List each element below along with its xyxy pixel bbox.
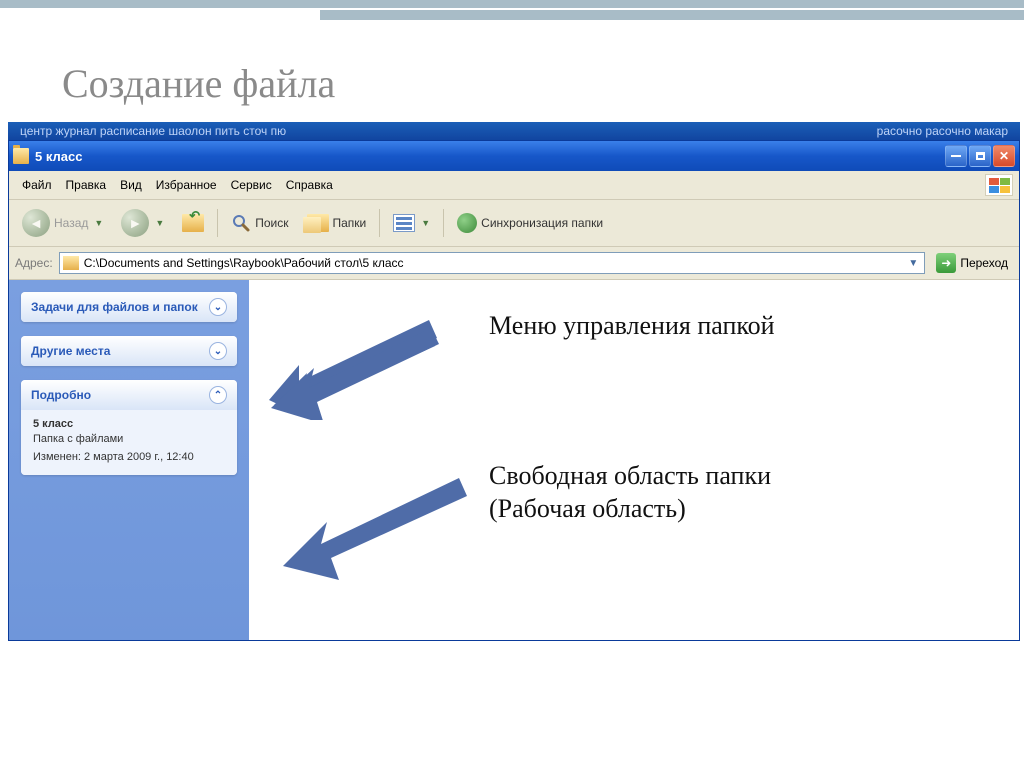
back-arrow-icon: ◄ (22, 209, 50, 237)
details-header[interactable]: Подробно ⌃ (21, 380, 237, 410)
tasks-title: Задачи для файлов и папок (31, 300, 198, 314)
tasks-card: Задачи для файлов и папок ⌄ (21, 292, 237, 322)
details-name: 5 класс (33, 418, 225, 430)
chevron-down-icon: ▼ (155, 218, 164, 228)
folder-content-area[interactable]: Меню управления папкой Свободная область… (249, 280, 1019, 640)
search-icon (231, 213, 251, 233)
folder-icon (13, 148, 29, 164)
annotation-free-area: Свободная область папки (Рабочая область… (489, 460, 869, 525)
toolbar-separator (443, 209, 444, 237)
slide-top-bar-2 (320, 10, 1024, 20)
arrow-to-side-panel-icon (269, 320, 439, 420)
details-type: Папка с файлами (33, 433, 225, 445)
menu-favorites[interactable]: Избранное (149, 176, 224, 194)
slide-title: Создание файла (0, 20, 1024, 122)
details-title: Подробно (31, 388, 91, 402)
folders-icon (307, 214, 329, 232)
maximize-button[interactable] (969, 145, 991, 167)
menu-edit[interactable]: Правка (59, 176, 114, 194)
explorer-window: 5 класс ✕ Файл Правка Вид Избранное Серв… (8, 140, 1020, 641)
search-label: Поиск (255, 216, 288, 230)
places-title: Другие места (31, 344, 110, 358)
explorer-content: Задачи для файлов и папок ⌄ Другие места… (9, 280, 1019, 640)
folders-button[interactable]: Папки (300, 210, 374, 236)
address-input[interactable]: C:\Documents and Settings\Raybook\Рабочи… (59, 252, 926, 274)
collapse-icon[interactable]: ⌄ (209, 298, 227, 316)
views-icon (393, 214, 415, 232)
folder-icon (63, 256, 79, 270)
go-button[interactable]: ➜ Переход (931, 251, 1013, 275)
expand-icon[interactable]: ⌃ (209, 386, 227, 404)
forward-arrow-icon: ► (121, 209, 149, 237)
search-button[interactable]: Поиск (224, 209, 295, 237)
sync-button[interactable]: Синхронизация папки (450, 209, 610, 237)
folders-label: Папки (333, 216, 367, 230)
menu-tools[interactable]: Сервис (224, 176, 279, 194)
details-modified: Изменен: 2 марта 2009 г., 12:40 (33, 451, 225, 463)
go-label: Переход (960, 256, 1008, 270)
menu-bar: Файл Правка Вид Избранное Сервис Справка (9, 171, 1019, 200)
window-title: 5 класс (35, 149, 945, 164)
folder-up-icon (182, 214, 204, 232)
toolbar-separator (379, 209, 380, 237)
annotation-menu-control: Меню управления папкой (489, 310, 775, 343)
views-button[interactable]: ▼ (386, 210, 437, 236)
tasks-header[interactable]: Задачи для файлов и папок ⌄ (21, 292, 237, 322)
arrow-to-main-area-icon (279, 470, 469, 580)
back-button[interactable]: ◄ Назад ▼ (15, 205, 110, 241)
sync-label: Синхронизация папки (481, 216, 603, 230)
side-panel: Задачи для файлов и папок ⌄ Другие места… (9, 280, 249, 640)
chevron-down-icon: ▼ (421, 218, 430, 228)
places-header[interactable]: Другие места ⌄ (21, 336, 237, 366)
forward-button[interactable]: ► ▼ (114, 205, 171, 241)
minimize-button[interactable] (945, 145, 967, 167)
back-label: Назад (54, 216, 88, 230)
collapse-icon[interactable]: ⌄ (209, 342, 227, 360)
address-label: Адрес: (15, 256, 53, 270)
places-card: Другие места ⌄ (21, 336, 237, 366)
chevron-down-icon: ▼ (94, 218, 103, 228)
address-path: C:\Documents and Settings\Raybook\Рабочи… (84, 256, 901, 270)
toolbar: ◄ Назад ▼ ► ▼ Поиск Папки ▼ (9, 200, 1019, 247)
background-titlebar-fragment: центр журнал расписание шаолон пить сточ… (8, 122, 1020, 140)
slide-top-bar-1 (0, 0, 1024, 10)
address-dropdown-icon[interactable]: ▼ (905, 258, 921, 269)
address-bar: Адрес: C:\Documents and Settings\Raybook… (9, 247, 1019, 280)
menu-file[interactable]: Файл (15, 176, 59, 194)
toolbar-separator (217, 209, 218, 237)
sync-icon (457, 213, 477, 233)
windows-logo-icon[interactable] (985, 174, 1013, 196)
details-card: Подробно ⌃ 5 класс Папка с файлами Измен… (21, 380, 237, 475)
window-titlebar[interactable]: 5 класс ✕ (9, 141, 1019, 171)
go-arrow-icon: ➜ (936, 253, 956, 273)
details-body: 5 класс Папка с файлами Изменен: 2 марта… (21, 410, 237, 475)
up-button[interactable] (175, 210, 211, 236)
close-button[interactable]: ✕ (993, 145, 1015, 167)
menu-view[interactable]: Вид (113, 176, 149, 194)
menu-help[interactable]: Справка (279, 176, 340, 194)
